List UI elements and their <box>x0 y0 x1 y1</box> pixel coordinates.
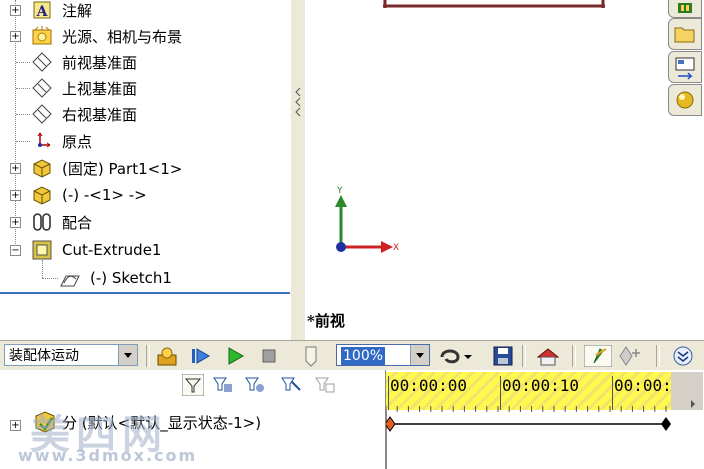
timeline-scrollbar[interactable] <box>671 372 703 410</box>
mates-icon <box>33 213 51 231</box>
start-key-point[interactable] <box>386 416 396 432</box>
play-from-start-button[interactable] <box>190 345 212 367</box>
expand-toggle[interactable]: + <box>10 5 21 16</box>
playback-speed-slider[interactable] <box>301 345 321 367</box>
tree-divider <box>0 292 290 294</box>
part-icon <box>33 186 51 205</box>
task-pane <box>666 0 704 340</box>
tab-view-palette[interactable] <box>668 51 702 83</box>
tree-item-cut-extrude1[interactable]: − Cut-Extrude1 <box>0 238 290 262</box>
playback-mode-button[interactable] <box>438 345 474 367</box>
tree-item-label: 前视基准面 <box>62 53 138 72</box>
zoom-value: 100% <box>341 347 386 365</box>
expand-toggle[interactable]: + <box>10 163 21 174</box>
collapse-grip-icon[interactable] <box>293 84 302 124</box>
resources-icon <box>678 3 692 13</box>
plane-icon <box>32 78 52 98</box>
tree-item-label: 原点 <box>62 132 93 151</box>
graphics-area[interactable]: Y X *前视 <box>305 0 665 340</box>
chevron-right-icon <box>691 400 695 408</box>
tree-item-lights-cameras[interactable]: + 光源、相机与布景 <box>0 24 290 48</box>
study-type-value: 装配体运动 <box>9 348 79 364</box>
tree-item-mates[interactable]: + 配合 <box>0 210 290 234</box>
timeline-time-label: 00:00:10 <box>502 376 580 395</box>
timeline-header[interactable]: 00:00:00 00:00:10 00:00:20 <box>386 372 691 412</box>
filter-results-icon[interactable] <box>280 374 302 396</box>
plane-icon <box>32 104 52 124</box>
collapse-manager-button[interactable] <box>672 345 694 367</box>
end-key-point[interactable] <box>661 417 671 431</box>
expand-toggle[interactable]: + <box>10 190 21 201</box>
play-button[interactable] <box>224 345 246 367</box>
tree-item-label: 光源、相机与布景 <box>62 27 183 46</box>
save-animation-button[interactable] <box>492 345 514 367</box>
tree-item-origin[interactable]: 原点 <box>0 129 290 153</box>
tree-item-label: 上视基准面 <box>62 79 138 98</box>
tree-item-front-plane[interactable]: 前视基准面 <box>0 50 290 74</box>
panel-splitter[interactable] <box>290 0 306 340</box>
tree-item-label: 配合 <box>62 213 93 232</box>
motion-manager-toolbar: 装配体运动 100% <box>0 340 704 371</box>
watermark-url: www.3dmox.com <box>18 446 198 465</box>
origin-icon <box>37 132 51 148</box>
appearances-icon <box>676 91 694 109</box>
tree-item-sketch1[interactable]: (-) Sketch1 <box>0 266 290 290</box>
tab-appearances[interactable] <box>668 84 702 116</box>
expand-toggle[interactable]: + <box>10 420 21 431</box>
motion-filter-bar <box>0 370 385 400</box>
expand-toggle[interactable]: + <box>10 217 21 228</box>
timeline[interactable]: 00:00:00 00:00:10 00:00:20 <box>385 370 704 469</box>
triad-y-label: Y <box>336 186 343 196</box>
tree-item-right-plane[interactable]: 右视基准面 <box>0 102 290 126</box>
plane-icon <box>32 52 52 72</box>
annotations-icon: A <box>33 1 51 20</box>
chevron-down-icon <box>124 353 132 358</box>
tree-item-part2[interactable]: + (-) -<1> -> <box>0 183 290 207</box>
key-track[interactable] <box>386 414 686 434</box>
add-key-button[interactable] <box>618 345 644 367</box>
timeline-ticks <box>386 406 667 412</box>
reference-triad: Y X <box>335 186 399 253</box>
tab-file-explorer[interactable] <box>668 18 702 50</box>
cut-extrude-icon <box>32 240 52 260</box>
folder-icon <box>674 27 695 43</box>
svg-text:A: A <box>36 4 49 20</box>
stop-button[interactable] <box>258 345 280 367</box>
part-icon <box>33 159 51 178</box>
view-palette-icon <box>675 57 695 80</box>
lights-cameras-icon <box>32 26 52 45</box>
filter-driving-icon[interactable] <box>212 374 234 396</box>
filter-animated-icon[interactable] <box>182 374 204 396</box>
tree-item-label: (固定) Part1<1> <box>62 159 183 178</box>
chevron-down-icon <box>416 353 424 358</box>
study-type-select[interactable]: 装配体运动 <box>4 344 138 366</box>
sketch-icon <box>60 275 80 287</box>
filter-selected-icon[interactable] <box>244 374 266 396</box>
timeline-time-label: 00:00:00 <box>390 376 468 395</box>
zoom-select[interactable]: 100% <box>336 344 430 366</box>
tree-item-annotations[interactable]: + A 注解 <box>0 0 290 22</box>
tab-resources[interactable] <box>668 0 702 18</box>
autokey-button[interactable] <box>584 345 612 367</box>
dropdown-arrow[interactable] <box>410 345 429 365</box>
animation-wizard-button[interactable] <box>534 345 562 367</box>
tree-item-label: Cut-Extrude1 <box>62 241 162 259</box>
tree-item-label: (-) -<1> -> <box>62 186 147 204</box>
tree-item-label: (-) Sketch1 <box>90 269 172 287</box>
expand-toggle[interactable]: + <box>10 31 21 42</box>
triad-x-label: X <box>393 243 399 253</box>
part-geometry <box>383 0 605 8</box>
view-orientation-label: *前视 <box>307 312 345 330</box>
tree-item-part1[interactable]: + (固定) Part1<1> <box>0 156 290 180</box>
filter-view-icon[interactable] <box>314 374 336 396</box>
calculate-button[interactable] <box>156 345 178 367</box>
feature-manager-tree: + A 注解 + 光源、相机与布景 前视基准面 上视基准面 右视基准面 原点 +… <box>0 0 290 294</box>
dropdown-arrow[interactable] <box>118 345 137 365</box>
tree-item-label: 右视基准面 <box>62 105 138 124</box>
tree-item-top-plane[interactable]: 上视基准面 <box>0 76 290 100</box>
collapse-toggle[interactable]: − <box>10 245 21 256</box>
tree-item-label: 注解 <box>62 1 93 20</box>
